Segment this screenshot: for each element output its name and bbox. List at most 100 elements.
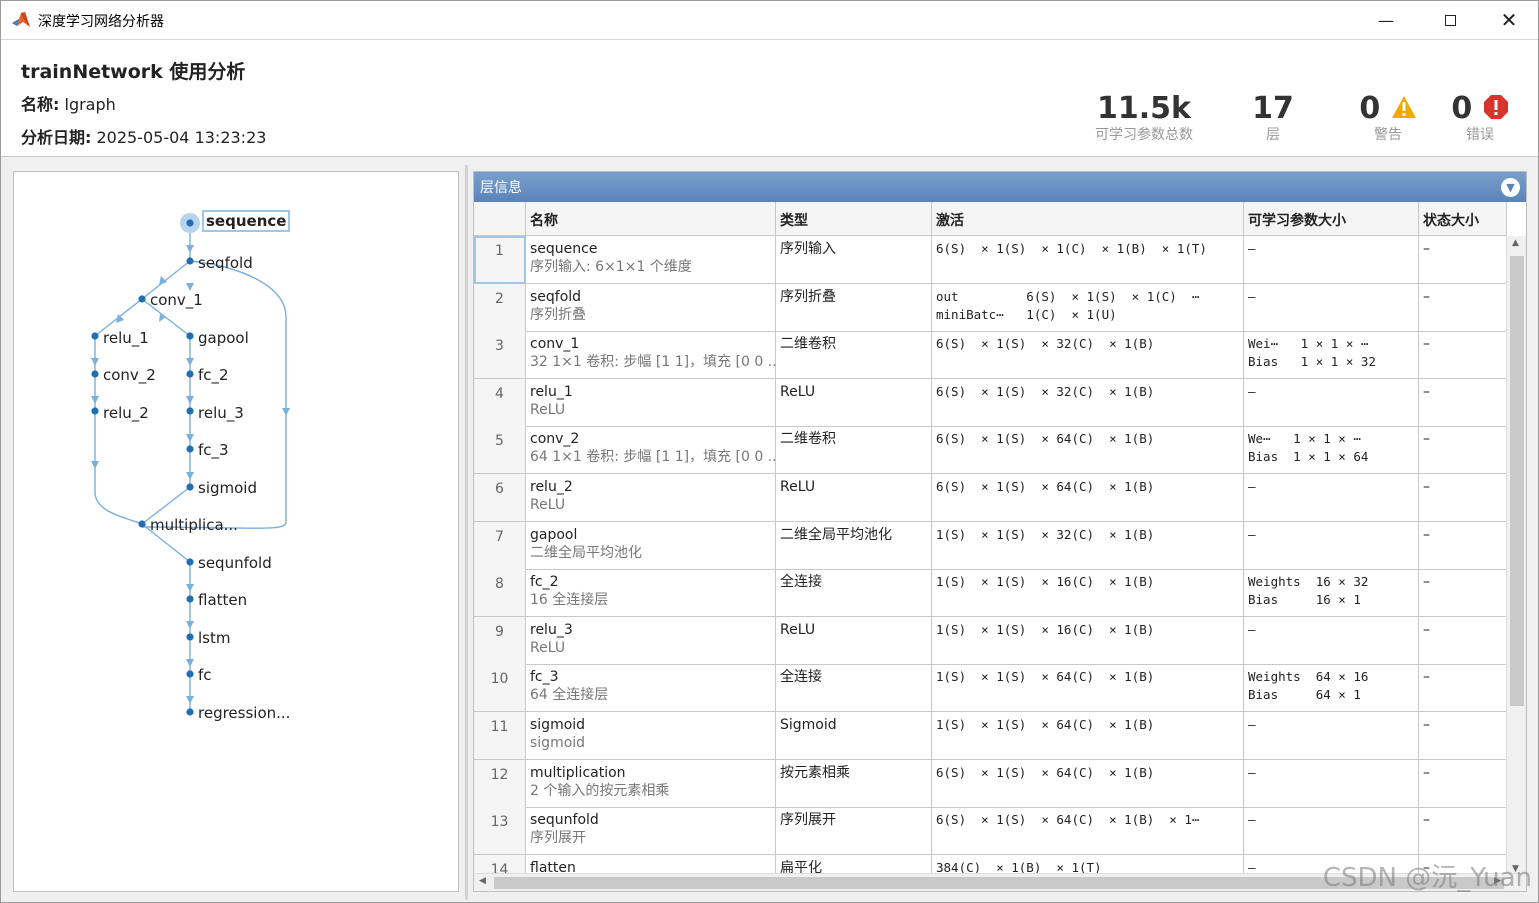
window-title: 深度学习网络分析器	[38, 14, 164, 30]
graph-node-regression[interactable]: regression...	[198, 704, 290, 722]
panel-splitter[interactable]	[465, 165, 468, 900]
stat-label: 可学习参数总数	[1095, 127, 1193, 143]
panel-header: 层信息 ▼	[474, 172, 1526, 202]
activation-line: 6(S) × 1(S) × 64(C) × 1(B)	[936, 479, 1155, 494]
error-icon	[1483, 95, 1508, 119]
date-line: 分析日期: 2025-05-04 13:23:23	[21, 124, 266, 148]
learnables-cell: –	[1244, 378, 1419, 427]
activation-cell: 1(S) × 1(S) × 16(C) × 1(B)	[932, 569, 1244, 618]
network-graph-panel[interactable]: sequence seqfold conv_1 relu_1 gapool co…	[13, 171, 459, 892]
graph-node-fc-2[interactable]: fc_2	[198, 366, 229, 384]
stat-label: 错误	[1466, 127, 1494, 143]
row-index-cell: 10	[474, 664, 526, 713]
graph-node-flatten[interactable]: flatten	[198, 591, 247, 609]
row-index-cell: 5	[474, 426, 526, 475]
graph-node-relu-3[interactable]: relu_3	[198, 404, 244, 422]
row-index-cell: 4	[474, 378, 526, 427]
layer-name-cell: relu_1 ReLU	[526, 378, 776, 427]
state-cell: –	[1419, 521, 1507, 570]
activation-cell: 1(S) × 1(S) × 64(C) × 1(B)	[932, 664, 1244, 713]
learnables-line: –	[1248, 526, 1256, 542]
learnables-cell: –	[1244, 236, 1419, 284]
graph-node-relu-1[interactable]: relu_1	[103, 329, 149, 347]
col-header-state[interactable]: 状态大小	[1419, 202, 1507, 236]
learnables-line: –	[1248, 717, 1256, 732]
learnables-cell: –	[1244, 759, 1419, 808]
stat-learnables: 11.5k 可学习参数总数	[1089, 92, 1199, 144]
layer-description: 序列折叠	[530, 306, 586, 323]
layer-description: 2 个输入的按元素相乘	[530, 782, 670, 799]
close-button[interactable]: ✕	[1486, 1, 1532, 39]
learnables-line: Bias 64 × 1	[1248, 687, 1361, 703]
learnables-line: Bias 16 × 1	[1248, 592, 1361, 608]
graph-node-relu-2[interactable]: relu_2	[103, 404, 149, 422]
layer-type-cell: 全连接	[776, 664, 932, 713]
maximize-button[interactable]	[1427, 1, 1473, 39]
stat-value: 0	[1359, 91, 1381, 126]
col-header-activation[interactable]: 激活	[932, 202, 1244, 236]
row-index-cell: 11	[474, 712, 526, 760]
graph-node-sigmoid[interactable]: sigmoid	[198, 479, 257, 497]
col-header-type[interactable]: 类型	[776, 202, 932, 236]
col-header-learnables[interactable]: 可学习参数大小	[1244, 202, 1419, 236]
learnables-line: –	[1248, 241, 1256, 256]
layer-description: 二维全局平均池化	[530, 544, 642, 561]
layer-name: seqfold	[530, 288, 582, 305]
layer-name-cell: gapool 二维全局平均池化	[526, 521, 776, 570]
learnables-line: Weights 16 × 32	[1248, 574, 1369, 590]
close-icon: ✕	[1500, 8, 1518, 32]
graph-node-fc[interactable]: fc	[198, 666, 212, 684]
activation-line: 6(S) × 1(S) × 32(C) × 1(B)	[936, 383, 1155, 399]
row-index-cell: 3	[474, 331, 526, 380]
row-index-cell: 6	[474, 474, 526, 522]
panel-title: 层信息	[480, 180, 522, 196]
layer-name: relu_2	[530, 479, 573, 495]
layer-description: sigmoid	[530, 735, 586, 751]
learnables-cell: –	[1244, 283, 1419, 332]
row-index-cell: 13	[474, 807, 526, 856]
scroll-up-icon[interactable]: ▲	[1512, 238, 1519, 248]
graph-node-multiplication[interactable]: multiplica...	[150, 516, 238, 534]
stat-errors[interactable]: 0 错误	[1447, 92, 1513, 144]
stat-warnings[interactable]: 0 警告	[1353, 92, 1423, 144]
scroll-left-icon[interactable]: ◀	[479, 876, 486, 886]
title-bar: 深度学习网络分析器 — ✕	[1, 1, 1538, 39]
collapse-button[interactable]: ▼	[1501, 178, 1520, 197]
graph-node-lstm[interactable]: lstm	[198, 629, 230, 647]
state-cell: –	[1419, 331, 1507, 380]
graph-node-conv-1[interactable]: conv_1	[150, 291, 203, 309]
state-cell: –	[1419, 664, 1507, 713]
state-cell: –	[1419, 569, 1507, 618]
graph-node-fc-3[interactable]: fc_3	[198, 441, 229, 459]
learnables-line: –	[1248, 764, 1256, 780]
layer-name-cell: relu_2 ReLU	[526, 474, 776, 522]
vertical-scrollbar[interactable]: ▲ ▼	[1506, 236, 1526, 876]
layer-description: ReLU	[530, 639, 566, 656]
graph-node-conv-2[interactable]: conv_2	[103, 366, 156, 384]
learnables-line: We⋯ 1 × 1 × ⋯	[1248, 431, 1361, 447]
layer-type-cell: 按元素相乘	[776, 759, 932, 808]
layer-type-cell: 序列展开	[776, 807, 932, 856]
layer-name-cell: sequence 序列输入: 6×1×1 个维度	[526, 236, 776, 284]
maximize-icon	[1444, 14, 1456, 26]
learnables-cell: –	[1244, 807, 1419, 856]
graph-node-sequence[interactable]: sequence	[202, 210, 291, 232]
state-cell: –	[1419, 378, 1507, 427]
layer-name-cell: fc_2 16 全连接层	[526, 569, 776, 618]
activation-line: 6(S) × 1(S) × 64(C) × 1(B)	[936, 431, 1155, 447]
layer-type-cell: ReLU	[776, 474, 932, 522]
col-header-name[interactable]: 名称	[526, 202, 776, 236]
vertical-scroll-thumb[interactable]	[1510, 256, 1524, 706]
graph-node-gapool[interactable]: gapool	[198, 329, 249, 347]
warning-icon	[1391, 96, 1416, 118]
analyzer-window: 深度学习网络分析器 — ✕ trainNetwork 使用分析 名称: lgra…	[0, 0, 1539, 903]
activation-line: out 6(S) × 1(S) × 1(C) ⋯	[936, 288, 1200, 304]
graph-node-sequnfold[interactable]: sequnfold	[198, 554, 272, 572]
learnables-line: –	[1248, 288, 1256, 304]
graph-node-seqfold[interactable]: seqfold	[198, 254, 253, 272]
minimize-button[interactable]: —	[1363, 1, 1409, 39]
layer-type-cell: ReLU	[776, 616, 932, 665]
activation-line: 1(S) × 1(S) × 32(C) × 1(B)	[936, 526, 1155, 542]
learnables-cell: Wei⋯ 1 × 1 × ⋯ Bias 1 × 1 × 32	[1244, 331, 1419, 380]
activation-line: 1(S) × 1(S) × 64(C) × 1(B)	[936, 717, 1155, 732]
